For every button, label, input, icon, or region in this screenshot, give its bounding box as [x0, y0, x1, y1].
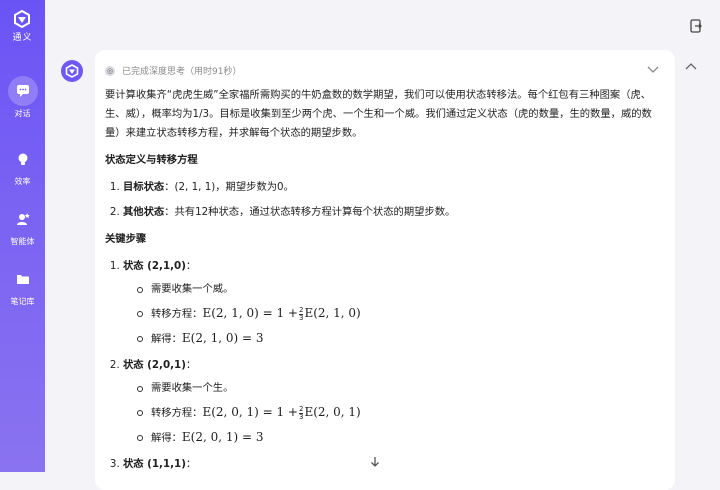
step-need: 需要收集一个威。 [137, 278, 665, 300]
folder-icon [16, 275, 29, 284]
fraction: 23 [298, 405, 304, 421]
nav-item-notes[interactable]: 笔记库 [0, 264, 45, 307]
agent-icon [16, 213, 30, 225]
nav-item-chat[interactable]: 对话 [0, 76, 45, 119]
app-logo[interactable]: 通义 [12, 10, 32, 43]
fraction-denominator: 3 [298, 412, 304, 421]
nav-label-notes: 笔记库 [10, 297, 35, 306]
solution-value: E(2, 0, 1) = 3 [181, 430, 264, 444]
section-heading: 状态定义与转移方程 [105, 154, 198, 166]
equation-lhs: E(2, 0, 1) = 1 + [202, 405, 298, 419]
solution-value: E(2, 1, 0) = 3 [181, 331, 264, 345]
step-item: 状态 (1,1,1)： [123, 455, 665, 474]
chat-icon [16, 85, 29, 97]
step-need: 需要收集一个生。 [137, 377, 665, 399]
nav-item-agent[interactable]: 智能体 [0, 204, 45, 247]
step-solution: 解得：E(2, 0, 1) = 3 [137, 426, 665, 449]
step-item: 状态 (2,0,1)： 需要收集一个生。 转移方程：E(2, 0, 1) = 1… [123, 356, 665, 449]
list-item: 目标状态：(2, 1, 1)，期望步数为0。 [123, 178, 665, 197]
step-title: 状态 (1,1,1) [123, 458, 186, 470]
solution-label: 解得： [151, 432, 182, 444]
tongyi-avatar-icon [65, 64, 79, 78]
fraction: 23 [298, 306, 304, 322]
logo-text: 通义 [12, 33, 33, 43]
step-detail-list: 需要收集一个威。 转移方程：E(2, 1, 0) = 1 +2 3 E(2, 1, … [123, 278, 665, 350]
step-colon: ： [185, 260, 197, 272]
section-heading: 关键步骤 [105, 233, 147, 245]
step-title: 状态 (2,1,0) [123, 260, 186, 272]
step-detail-list: 需要收集一个生。 转移方程：E(2, 0, 1) = 1 +2 3 E(2, 0, … [123, 377, 665, 449]
nav-label-efficiency: 效率 [14, 177, 31, 186]
nav-label-chat: 对话 [14, 109, 31, 118]
step-solution: 解得：E(2, 1, 0) = 3 [137, 327, 665, 350]
step-item: 状态 (2,1,0)： 需要收集一个威。 转移方程：E(2, 1, 0) = 1… [123, 257, 665, 350]
chevron-up-icon[interactable] [685, 62, 697, 70]
step-colon: ： [185, 359, 197, 371]
equation-label: 转移方程： [151, 308, 203, 320]
export-icon[interactable] [688, 18, 704, 34]
thinking-icon: ◎ [105, 65, 115, 76]
main-area: ◎ 已完成深度思考（用时91秒） 要计算收集齐“虎虎生威”全家福所需购买的牛奶盒… [45, 0, 720, 490]
state-definition-list: 目标状态：(2, 1, 1)，期望步数为0。 其他状态：共有12种状态，通过状态… [105, 178, 665, 222]
answer-intro: 要计算收集齐“虎虎生威”全家福所需购买的牛奶盒数的数学期望，我们可以使用状态转移… [105, 89, 652, 139]
step-title: 状态 (2,0,1) [123, 359, 186, 371]
step-equation: 转移方程：E(2, 1, 0) = 1 +2 3 E(2, 1, 0) [137, 302, 665, 325]
step-equation: 转移方程：E(2, 0, 1) = 1 +2 3 E(2, 0, 1) [137, 401, 665, 424]
list-item: 其他状态：共有12种状态，通过状态转移方程计算每个状态的期望步数。 [123, 203, 665, 222]
sidebar: 通义 对话 效率 智能体 笔记库 [0, 0, 45, 472]
item-label: 其他状态 [123, 206, 165, 218]
thinking-status[interactable]: ◎ 已完成深度思考（用时91秒） [105, 64, 241, 77]
nav-item-efficiency[interactable]: 效率 [0, 144, 45, 187]
chevron-down-icon[interactable] [647, 66, 659, 74]
equation-lhs: E(2, 1, 0) = 1 + [202, 306, 298, 320]
answer-content: 要计算收集齐“虎虎生威”全家福所需购买的牛奶盒数的数学期望，我们可以使用状态转移… [105, 86, 665, 480]
item-label: 目标状态 [123, 181, 165, 193]
bulb-icon [18, 153, 27, 165]
item-text: ：(2, 1, 1)，期望步数为0。 [164, 181, 294, 193]
fraction-denominator: 3 [298, 313, 304, 322]
step-colon: ： [185, 458, 197, 470]
scroll-down-arrow-icon[interactable] [370, 456, 380, 468]
solution-label: 解得： [151, 333, 182, 345]
tongyi-logo-icon [14, 10, 31, 28]
key-steps-list: 状态 (2,1,0)： 需要收集一个威。 转移方程：E(2, 1, 0) = 1… [105, 257, 665, 474]
nav-label-agent: 智能体 [10, 237, 35, 246]
equation-rhs: E(2, 1, 0) [304, 306, 361, 320]
item-text: ：共有12种状态，通过状态转移方程计算每个状态的期望步数。 [164, 206, 456, 218]
equation-rhs: E(2, 0, 1) [304, 405, 361, 419]
thinking-status-text: 已完成深度思考（用时91秒） [122, 67, 242, 77]
equation-label: 转移方程： [151, 407, 203, 419]
assistant-avatar [61, 60, 83, 82]
